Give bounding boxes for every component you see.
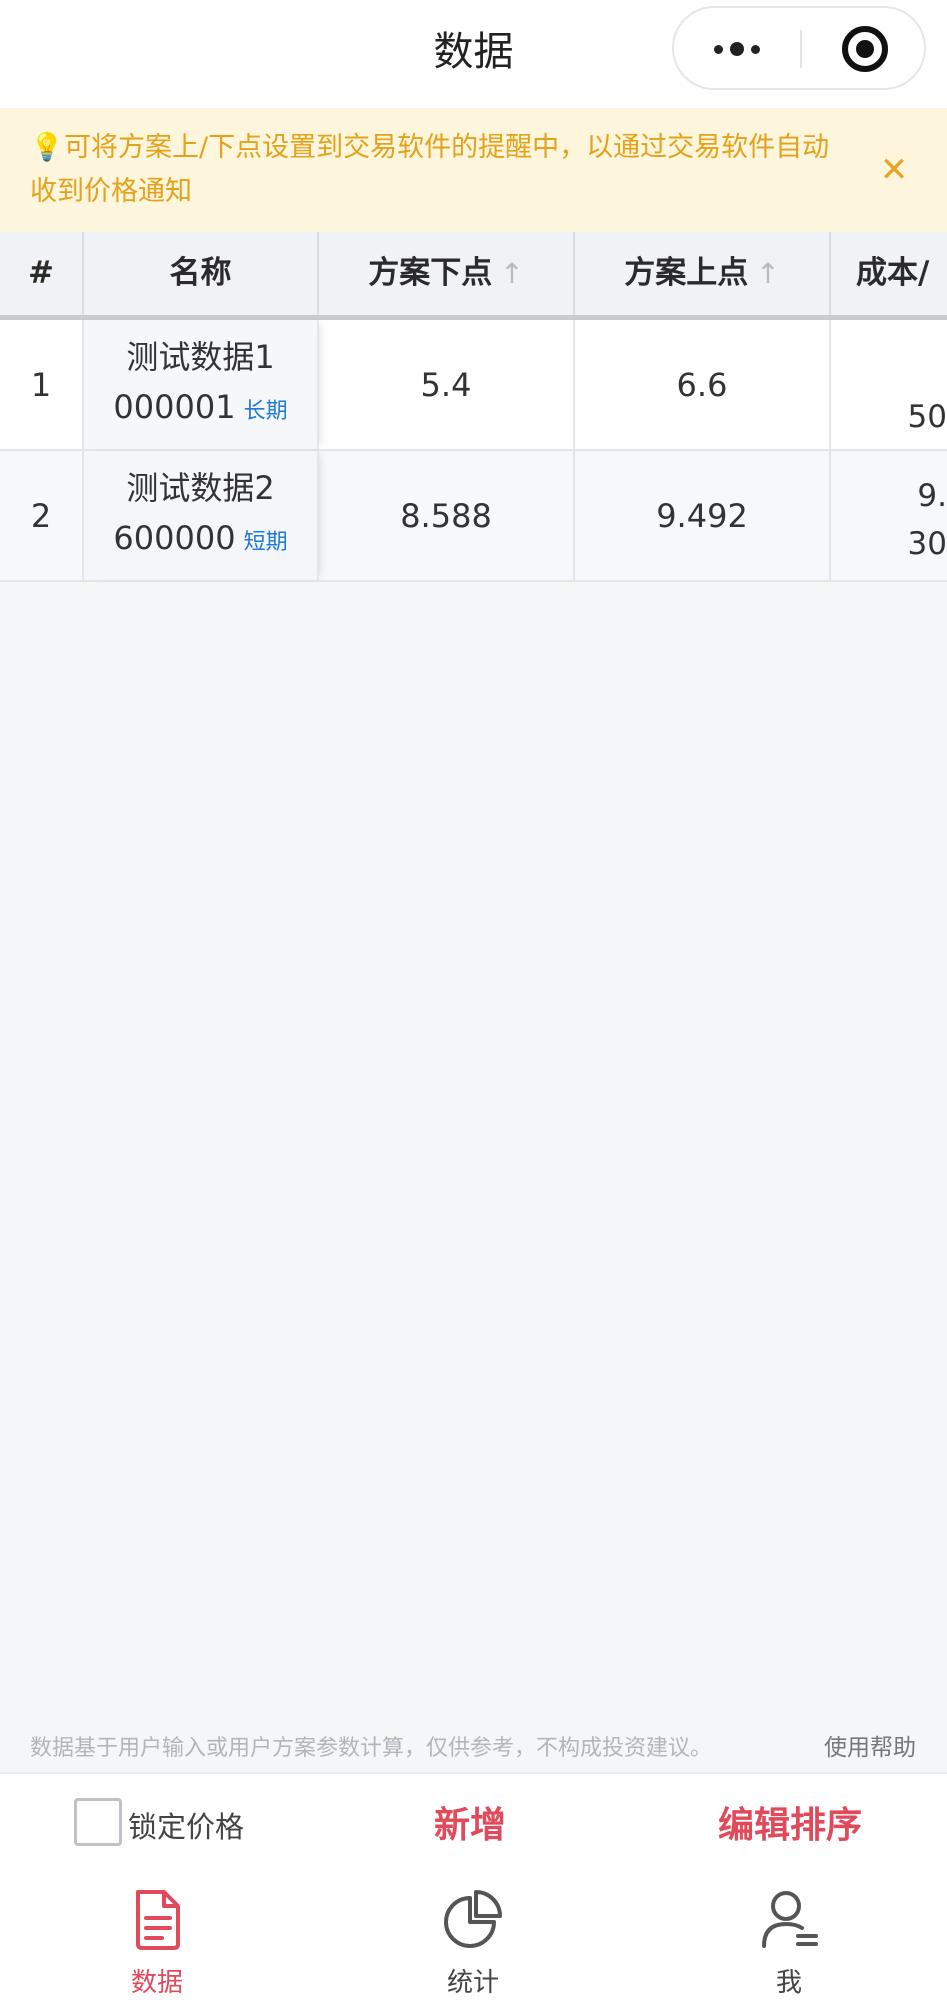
user-icon <box>762 1891 818 1948</box>
tip-banner: 💡可将方案上/下点设置到交易软件的提醒中，以通过交易软件自动收到价格通知 ✕ <box>0 108 947 232</box>
table-row[interactable]: 1 测试数据1 000001 长期 5.4 6.6 50 <box>0 320 947 451</box>
pie-chart-icon <box>444 1890 502 1948</box>
more-menu-button[interactable] <box>674 8 800 88</box>
column-header-cost[interactable]: 成本/ <box>831 232 947 315</box>
row-upper: 9.492 <box>575 451 831 580</box>
tab-me[interactable]: 我 <box>689 1882 889 1998</box>
sort-up-icon: ↑ <box>500 257 524 290</box>
term-tag: 长期 <box>243 399 288 424</box>
row-code: 000001 <box>113 388 236 426</box>
edit-sort-button[interactable]: 编辑排序 <box>690 1796 890 1848</box>
row-index: 1 <box>0 320 84 449</box>
column-header-upper[interactable]: 方案上点 ↑ <box>575 232 831 315</box>
lightbulb-icon: 💡 <box>30 132 64 163</box>
column-header-lower[interactable]: 方案下点 ↑ <box>319 232 575 315</box>
help-link[interactable]: 使用帮助 <box>824 1728 916 1762</box>
dot-icon <box>714 45 723 54</box>
column-header-name: 名称 <box>84 232 319 315</box>
row-name: 测试数据2 <box>126 469 275 507</box>
row-code: 600000 <box>113 519 236 557</box>
row-cost: 50 <box>831 320 947 449</box>
row-cost-line1: 9. <box>917 478 947 514</box>
tab-data[interactable]: 数据 <box>57 1882 257 1998</box>
row-upper: 6.6 <box>575 320 831 449</box>
tab-stats[interactable]: 统计 <box>373 1882 573 1998</box>
row-upper-text: 6.6 <box>676 365 728 404</box>
dot-icon <box>730 42 744 56</box>
column-header-label: 名称 <box>169 255 232 291</box>
row-code-line: 600000 短期 <box>113 513 287 568</box>
lock-price-label[interactable]: 锁定价格 <box>128 1804 244 1846</box>
row-index: 2 <box>0 451 84 580</box>
mini-program-capsule <box>672 6 926 90</box>
document-icon <box>136 1890 180 1950</box>
column-header-label: 方案上点 <box>624 255 749 291</box>
close-mini-program-icon[interactable] <box>842 26 888 72</box>
nav-header: 数据 <box>0 0 947 108</box>
lock-price-checkbox[interactable] <box>74 1798 122 1846</box>
data-table: # 名称 方案下点 ↑ 方案上点 ↑ 成本/ 1 测试数据1 000001 长期 5.… <box>0 232 947 586</box>
row-cost: 9. 30 <box>831 451 947 580</box>
row-name-cell: 测试数据1 000001 长期 <box>84 320 319 449</box>
term-tag: 短期 <box>243 530 288 555</box>
row-lower-text: 8.588 <box>400 496 492 535</box>
row-cost-line2: 30 <box>907 526 947 562</box>
row-index-text: 2 <box>30 496 52 535</box>
row-lower-text: 5.4 <box>420 365 472 404</box>
tab-label: 我 <box>775 1968 802 1998</box>
disclaimer-text: 数据基于用户输入或用户方案参数计算，仅供参考，不构成投资建议。 <box>30 1736 713 1761</box>
row-lower: 8.588 <box>319 451 575 580</box>
column-header-index: # <box>0 232 84 315</box>
sort-up-icon: ↑ <box>756 257 780 290</box>
row-code-line: 000001 长期 <box>113 382 287 437</box>
column-header-label: 成本/ <box>856 255 930 291</box>
row-upper-text: 9.492 <box>656 496 748 535</box>
capsule-divider <box>800 30 802 68</box>
tip-text-wrap: 💡可将方案上/下点设置到交易软件的提醒中，以通过交易软件自动收到价格通知 <box>30 126 850 214</box>
tab-label: 统计 <box>446 1968 499 1998</box>
row-lower: 5.4 <box>319 320 575 449</box>
table-header: # 名称 方案下点 ↑ 方案上点 ↑ 成本/ <box>0 232 947 320</box>
column-header-label: # <box>28 255 54 291</box>
table-row[interactable]: 2 测试数据2 600000 短期 8.588 9.492 9. 30 <box>0 451 947 582</box>
row-index-text: 1 <box>30 365 52 404</box>
close-icon[interactable]: ✕ <box>876 152 912 188</box>
tip-text: 可将方案上/下点设置到交易软件的提醒中，以通过交易软件自动收到价格通知 <box>30 132 830 207</box>
tab-bar: 数据 统计 我 <box>0 1872 947 2000</box>
row-cost-line2: 50 <box>907 399 947 435</box>
add-button[interactable]: 新增 <box>380 1796 560 1848</box>
column-header-label: 方案下点 <box>368 255 493 291</box>
tab-label: 数据 <box>130 1968 183 1998</box>
dot-icon <box>751 45 760 54</box>
action-bar: 锁定价格 新增 编辑排序 <box>0 1772 947 1872</box>
row-name: 测试数据1 <box>126 338 275 376</box>
row-name-cell: 测试数据2 600000 短期 <box>84 451 319 580</box>
